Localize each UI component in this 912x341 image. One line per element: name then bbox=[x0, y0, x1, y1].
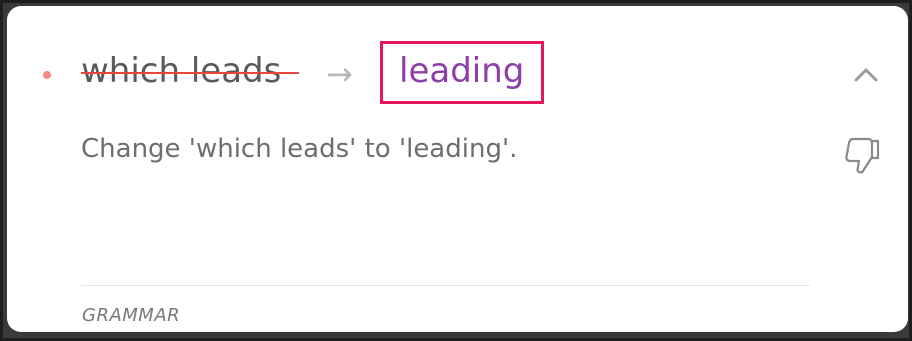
thumbs-down-icon[interactable] bbox=[841, 133, 885, 177]
suggestion-description: Change 'which leads' to 'leading'. bbox=[81, 134, 518, 164]
chevron-up-icon[interactable] bbox=[850, 58, 882, 90]
arrow-right-icon: → bbox=[326, 55, 353, 93]
original-text: which leads bbox=[81, 51, 282, 91]
strikethrough-line bbox=[81, 72, 299, 74]
divider bbox=[81, 285, 810, 286]
screenshot-frame: which leads → leading Change 'which lead… bbox=[0, 0, 912, 341]
suggestion-card: which leads → leading Change 'which lead… bbox=[7, 6, 908, 332]
bullet-dot-icon bbox=[43, 71, 51, 79]
replacement-text[interactable]: leading bbox=[399, 47, 524, 95]
category-label: GRAMMAR bbox=[82, 305, 181, 326]
